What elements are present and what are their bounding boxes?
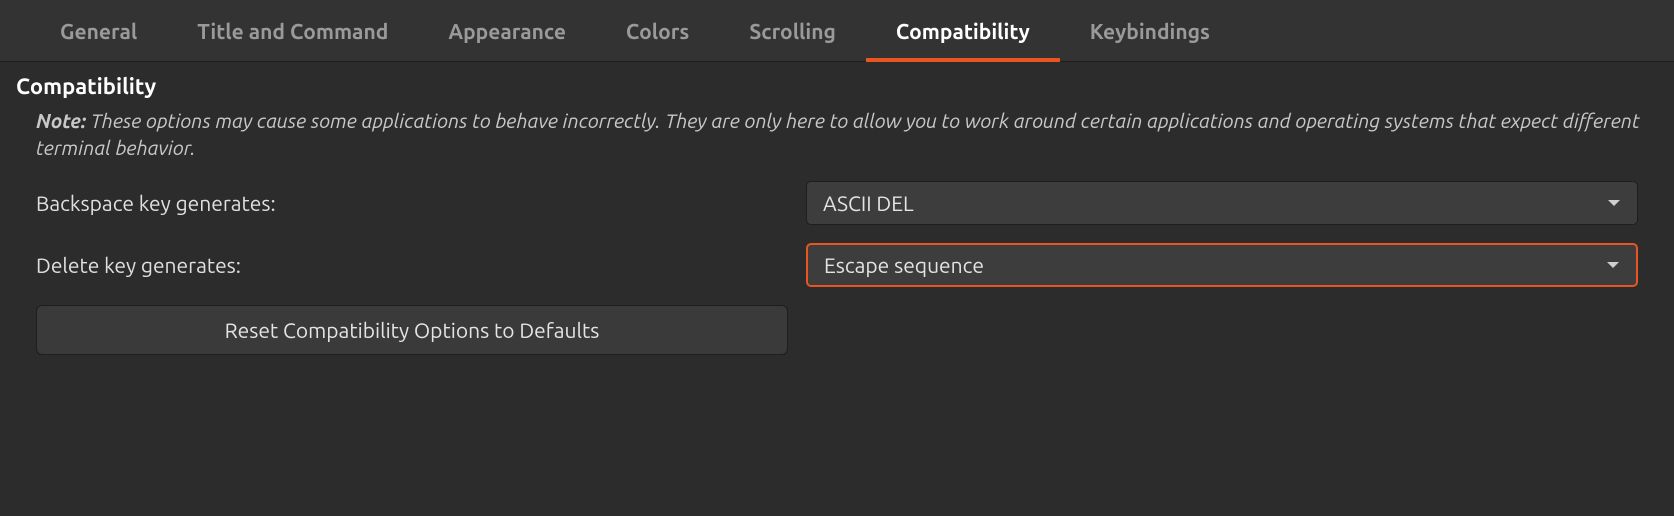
- dropdown-value: Escape sequence: [824, 253, 984, 277]
- tab-colors[interactable]: Colors: [596, 0, 719, 61]
- backspace-row: Backspace key generates: ASCII DEL: [14, 181, 1660, 225]
- note-text: Note: These options may cause some appli…: [14, 107, 1660, 161]
- tab-scrolling[interactable]: Scrolling: [719, 0, 866, 61]
- tab-label: Colors: [626, 19, 689, 43]
- delete-dropdown[interactable]: Escape sequence: [806, 243, 1638, 287]
- tab-bar: General Title and Command Appearance Col…: [0, 0, 1674, 62]
- button-label: Reset Compatibility Options to Defaults: [225, 318, 600, 342]
- backspace-label: Backspace key generates:: [36, 191, 806, 215]
- dropdown-value: ASCII DEL: [823, 191, 914, 215]
- tab-label: Scrolling: [749, 19, 836, 43]
- tab-label: General: [60, 19, 137, 43]
- tab-label: Appearance: [448, 19, 566, 43]
- tab-label: Keybindings: [1090, 19, 1210, 43]
- tab-compatibility[interactable]: Compatibility: [866, 0, 1060, 61]
- delete-row: Delete key generates: Escape sequence: [14, 243, 1660, 287]
- tab-label: Compatibility: [896, 19, 1030, 43]
- content-panel: Compatibility Note: These options may ca…: [0, 62, 1674, 355]
- section-title: Compatibility: [14, 74, 1660, 99]
- backspace-dropdown[interactable]: ASCII DEL: [806, 181, 1638, 225]
- note-label: Note:: [36, 109, 86, 132]
- tab-keybindings[interactable]: Keybindings: [1060, 0, 1240, 61]
- tab-appearance[interactable]: Appearance: [418, 0, 596, 61]
- tab-title-and-command[interactable]: Title and Command: [167, 0, 418, 61]
- tab-general[interactable]: General: [30, 0, 167, 61]
- reset-row: Reset Compatibility Options to Defaults: [14, 305, 1660, 355]
- reset-defaults-button[interactable]: Reset Compatibility Options to Defaults: [36, 305, 788, 355]
- delete-label: Delete key generates:: [36, 253, 806, 277]
- tab-label: Title and Command: [197, 19, 388, 43]
- chevron-down-icon: [1606, 260, 1620, 270]
- chevron-down-icon: [1607, 198, 1621, 208]
- note-body: These options may cause some application…: [36, 109, 1640, 159]
